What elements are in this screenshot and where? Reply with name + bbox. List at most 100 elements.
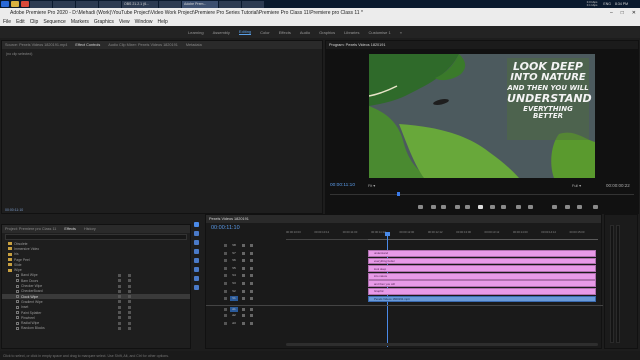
timeline-playhead-head[interactable] <box>385 232 390 236</box>
toggle-sync-lock-icon[interactable] <box>242 289 245 293</box>
lock-track-icon[interactable] <box>224 297 227 301</box>
windows-start-icon[interactable] <box>1 1 9 7</box>
lock-track-icon[interactable] <box>224 282 227 285</box>
workspace-assembly[interactable]: Assembly <box>213 30 230 35</box>
tab-project[interactable]: Project: Premiere pro Class 11 <box>5 227 56 231</box>
tab-metadata[interactable]: Metadata <box>186 43 202 47</box>
add-marker-icon[interactable] <box>418 205 423 209</box>
toggle-sync-lock-icon[interactable] <box>242 244 245 247</box>
track-target-label[interactable]: A3 <box>230 321 238 326</box>
menu-view[interactable]: View <box>119 19 130 25</box>
graphic-clip[interactable]: and then you will <box>368 280 596 288</box>
toggle-sync-lock-icon[interactable] <box>242 266 245 270</box>
taskbar-tab[interactable] <box>30 0 52 8</box>
folder-icon[interactable] <box>11 1 19 7</box>
quality-dropdown[interactable]: Full ▾ <box>572 183 581 188</box>
comparison-view-icon[interactable] <box>565 205 570 209</box>
workspace-graphics[interactable]: Graphics <box>319 30 335 35</box>
taskbar-tab[interactable] <box>159 0 181 8</box>
lock-track-icon[interactable] <box>224 322 227 325</box>
extract-icon[interactable] <box>528 205 533 209</box>
menu-graphics[interactable]: Graphics <box>94 19 114 25</box>
graphic-clip[interactable]: Graphic <box>368 288 596 295</box>
fit-dropdown[interactable]: Fit ▾ <box>368 183 375 188</box>
toggle-sync-lock-icon[interactable] <box>242 274 245 278</box>
track-target-label[interactable]: V3 <box>230 281 238 286</box>
workspace-editing[interactable]: Editing <box>238 29 252 35</box>
lock-track-icon[interactable] <box>224 314 227 318</box>
workspace-libraries[interactable]: Libraries <box>344 30 359 35</box>
graphic-clip[interactable]: understand <box>368 250 596 257</box>
taskbar-tab-premiere[interactable]: Adobe Prem... <box>182 0 218 8</box>
toggle-sync-lock-icon[interactable] <box>242 282 245 285</box>
taskbar-tab[interactable] <box>219 0 241 8</box>
track-select-tool-icon[interactable] <box>194 231 199 236</box>
menu-window[interactable]: Window <box>135 19 153 25</box>
workspace-color[interactable]: Color <box>260 30 270 35</box>
tab-effect-controls[interactable]: Effect Controls <box>75 43 100 47</box>
lock-track-icon[interactable] <box>224 274 227 278</box>
menu-markers[interactable]: Markers <box>71 19 89 25</box>
track-target-label[interactable]: V8 <box>230 243 238 248</box>
track-target-label[interactable]: V7 <box>230 251 238 256</box>
lock-track-icon[interactable] <box>224 244 227 247</box>
work-area-bar[interactable] <box>368 239 598 240</box>
mute-track-icon[interactable] <box>250 314 253 318</box>
workspace-customise[interactable]: Customise 1 <box>368 30 390 35</box>
go-to-out-icon[interactable] <box>501 205 506 209</box>
play-icon[interactable] <box>478 205 483 209</box>
toggle-sync-lock-icon[interactable] <box>242 322 245 325</box>
toggle-sync-lock-icon[interactable] <box>242 251 245 255</box>
program-scrub-bar[interactable] <box>330 194 634 195</box>
track-target-label[interactable]: V1 <box>230 296 238 302</box>
timeline-scrollbar[interactable] <box>286 343 598 346</box>
mute-track-icon[interactable] <box>250 307 253 311</box>
timeline-tab[interactable]: Pexels Videos 1820191 <box>209 217 249 221</box>
program-timecode[interactable]: 00:00:11:10 <box>330 183 355 188</box>
type-tool-icon[interactable] <box>194 285 199 290</box>
add-button-icon[interactable] <box>593 205 598 209</box>
lock-track-icon[interactable] <box>224 307 227 311</box>
taskbar-tab-obs[interactable]: OBS 21.2.1 (6... <box>122 0 158 8</box>
track-target-label[interactable]: V4 <box>230 273 238 278</box>
track-target-label[interactable]: V5 <box>230 266 238 271</box>
eye-icon[interactable] <box>250 259 253 263</box>
tab-audio-clip-mixer[interactable]: Audio Clip Mixer: Pexels Videos 1820191 <box>108 43 178 47</box>
workspace-audio[interactable]: Audio <box>300 30 310 35</box>
effects-search-input[interactable] <box>5 234 187 240</box>
go-to-in-icon[interactable] <box>455 205 460 209</box>
effect-item[interactable]: Random Blocks <box>2 326 190 331</box>
program-monitor-title[interactable]: Program: Pexels Videos 1820191 <box>329 43 386 47</box>
eye-icon[interactable] <box>250 244 253 247</box>
lock-track-icon[interactable] <box>224 259 227 263</box>
selection-tool-icon[interactable] <box>194 222 199 227</box>
pen-tool-icon[interactable] <box>194 267 199 272</box>
lock-track-icon[interactable] <box>224 251 227 255</box>
taskbar-tab[interactable] <box>53 0 75 8</box>
toggle-sync-lock-icon[interactable] <box>242 297 245 301</box>
graphic-clip[interactable]: look deep <box>368 265 596 272</box>
taskbar-tab[interactable] <box>99 0 121 8</box>
tab-source[interactable]: Source: Pexels Videos 1820191.mp4 <box>5 43 67 47</box>
eye-icon[interactable] <box>250 266 253 270</box>
hand-tool-icon[interactable] <box>194 276 199 281</box>
razor-tool-icon[interactable] <box>194 249 199 254</box>
eye-icon[interactable] <box>250 297 253 301</box>
track-target-label[interactable]: V2 <box>230 289 238 294</box>
close-icon[interactable]: ✕ <box>632 10 636 16</box>
step-forward-icon[interactable] <box>490 205 495 209</box>
video-clip[interactable]: Pexels Videos 1820191.mp4 <box>368 295 596 303</box>
toggle-sync-lock-icon[interactable] <box>242 314 245 318</box>
mark-in-icon[interactable] <box>431 205 436 209</box>
workspace-more-icon[interactable]: » <box>400 30 402 35</box>
eye-icon[interactable] <box>250 289 253 293</box>
menu-clip[interactable]: Clip <box>30 19 39 25</box>
menu-file[interactable]: File <box>3 19 11 25</box>
mute-track-icon[interactable] <box>250 322 253 325</box>
ripple-edit-tool-icon[interactable] <box>194 240 199 245</box>
track-target-label[interactable]: A1 <box>230 306 238 312</box>
export-frame-icon[interactable] <box>552 205 557 209</box>
taskbar-tab[interactable] <box>242 0 264 8</box>
workspace-learning[interactable]: Learning <box>188 30 204 35</box>
graphic-clip[interactable]: everything better <box>368 257 596 265</box>
